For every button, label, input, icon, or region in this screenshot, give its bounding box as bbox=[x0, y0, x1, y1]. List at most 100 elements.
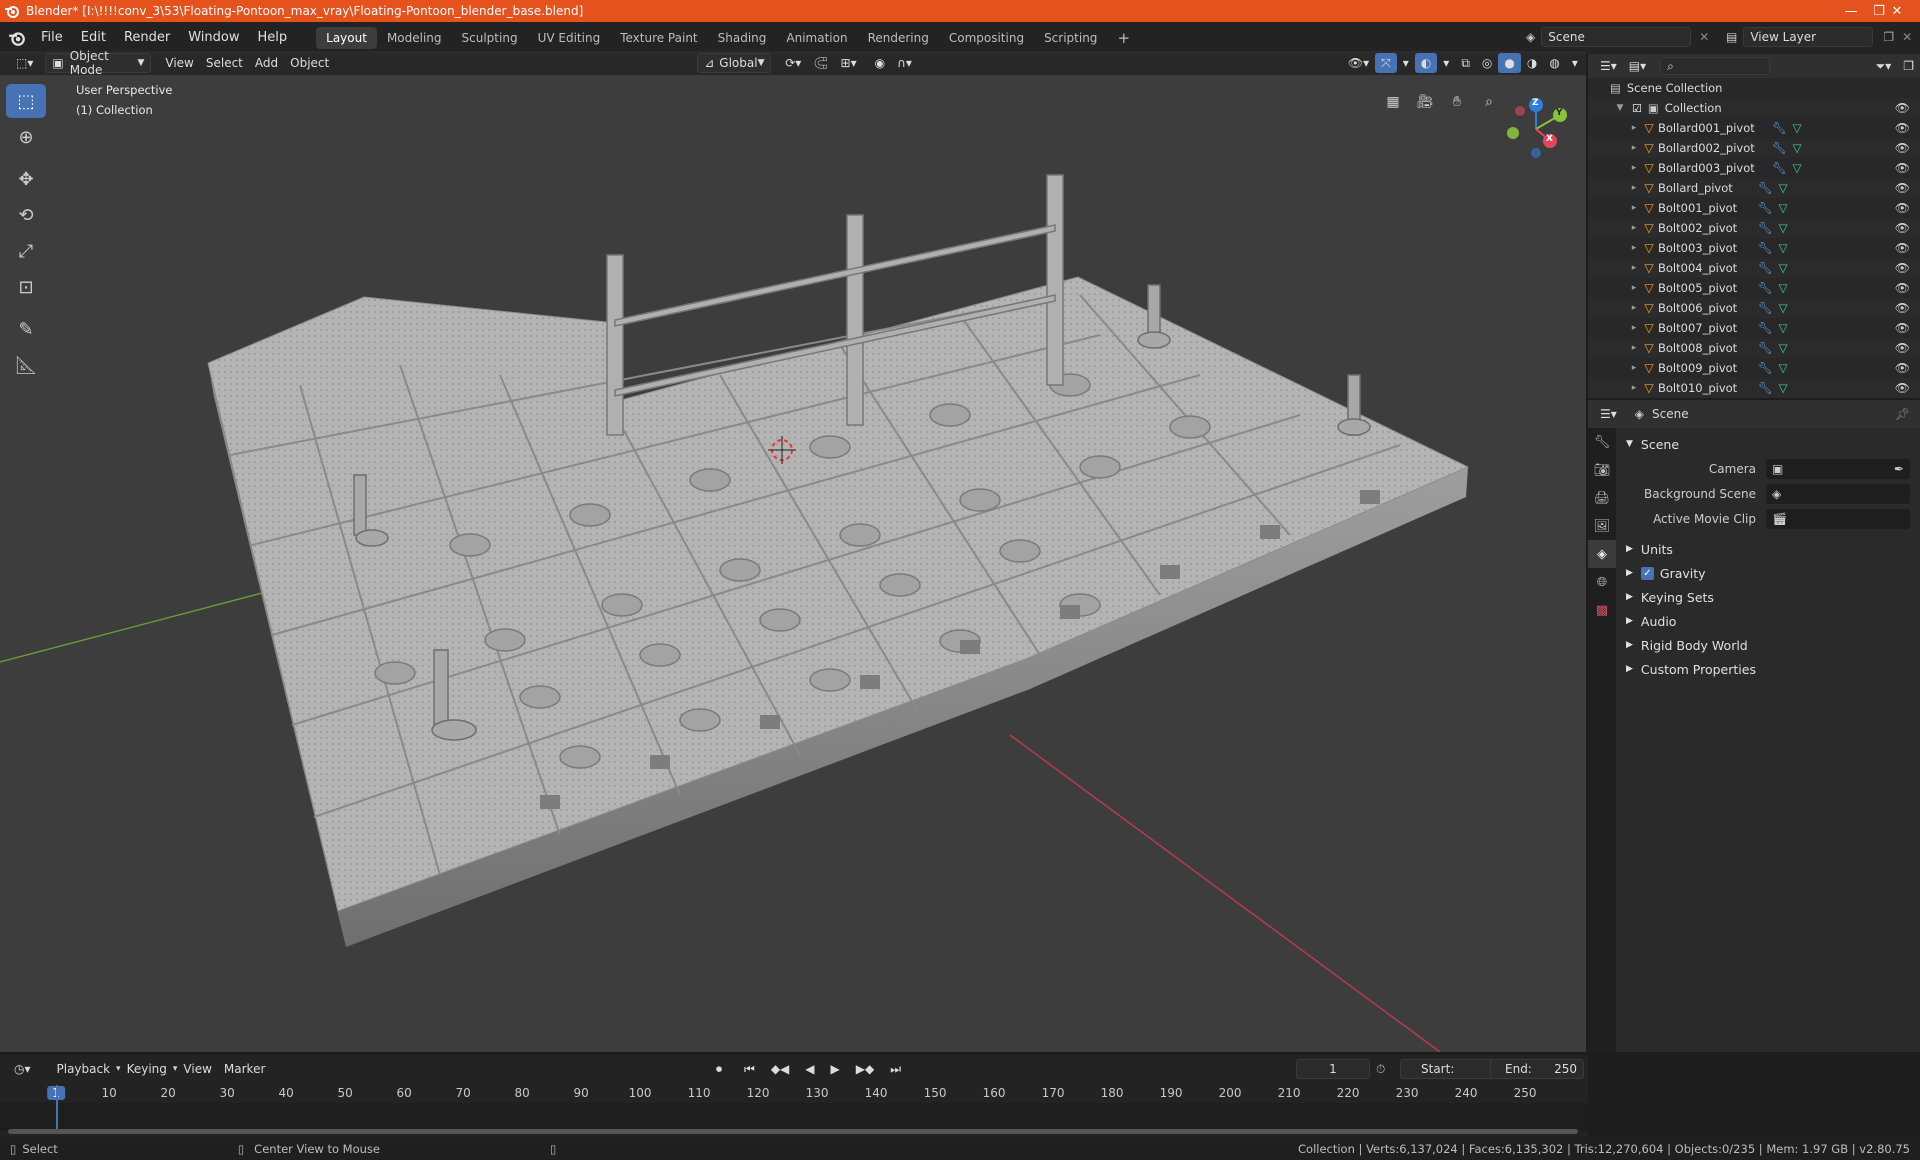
new-view-layer-icon[interactable]: ❐ bbox=[1883, 30, 1894, 44]
eye-icon[interactable]: 👁︎ bbox=[1895, 181, 1910, 195]
mesh-data-icon[interactable]: ▽ bbox=[1779, 241, 1788, 255]
expand-triangle-icon[interactable]: ▸ bbox=[1628, 383, 1640, 393]
timeline-menu-marker[interactable]: Marker bbox=[218, 1059, 271, 1079]
eye-icon[interactable]: 👁︎ bbox=[1895, 161, 1910, 175]
proportional-editing-icon[interactable]: ◉ bbox=[869, 53, 891, 73]
measure-tool-icon[interactable]: 📐︎ bbox=[6, 348, 46, 382]
menu-window[interactable]: Window bbox=[179, 22, 248, 54]
keying-sets-panel-header[interactable]: ▶ Keying Sets bbox=[1618, 585, 1920, 609]
outliner-item-row[interactable]: ▸ ▽ Bolt010_pivot 🔧︎ ▽ 👁︎ bbox=[1588, 378, 1920, 398]
next-keyframe-icon[interactable]: ▶◆ bbox=[850, 1059, 880, 1079]
timeline-menu-keying[interactable]: Keying bbox=[121, 1059, 173, 1079]
viewport-menu-select[interactable]: Select bbox=[200, 53, 249, 73]
eye-icon[interactable]: 👁︎ bbox=[1895, 341, 1910, 355]
pan-hand-icon[interactable]: ✋︎ bbox=[1444, 89, 1470, 115]
camera-field[interactable]: ▣ ✒ bbox=[1766, 458, 1910, 479]
tab-uv-editing[interactable]: UV Editing bbox=[528, 27, 611, 49]
outliner-item-row[interactable]: ▸ ▽ Bolt005_pivot 🔧︎ ▽ 👁︎ bbox=[1588, 278, 1920, 298]
outliner-item-row[interactable]: ▸ ▽ Bolt001_pivot 🔧︎ ▽ 👁︎ bbox=[1588, 198, 1920, 218]
gizmo-dropdown-icon[interactable]: ▾ bbox=[1397, 53, 1415, 73]
scene-tab-icon[interactable]: ◈ bbox=[1588, 540, 1616, 568]
expand-triangle-icon[interactable]: ▸ bbox=[1628, 363, 1640, 373]
mesh-data-icon[interactable]: ▽ bbox=[1793, 141, 1802, 155]
select-box-tool-icon[interactable]: ⬚ bbox=[6, 84, 46, 118]
mesh-data-icon[interactable]: ▽ bbox=[1779, 321, 1788, 335]
outliner-item-row[interactable]: ▸ ▽ Bollard_pivot 🔧︎ ▽ 👁︎ bbox=[1588, 178, 1920, 198]
outliner-item-row[interactable]: ▸ ▽ Bolt006_pivot 🔧︎ ▽ 👁︎ bbox=[1588, 298, 1920, 318]
transform-orientation-dropdown[interactable]: ⊿ Global ▼ bbox=[697, 53, 772, 73]
expand-triangle-icon[interactable]: ▸ bbox=[1628, 243, 1640, 253]
display-mode-icon[interactable]: ▤▾ bbox=[1623, 56, 1652, 76]
rigid-body-world-panel-header[interactable]: ▶ Rigid Body World bbox=[1618, 633, 1920, 657]
modifier-wrench-icon[interactable]: 🔧︎ bbox=[1758, 341, 1773, 355]
eye-icon[interactable]: 👁︎ bbox=[1895, 221, 1910, 235]
expand-triangle-icon[interactable]: ▸ bbox=[1628, 163, 1640, 173]
expand-triangle-icon[interactable]: ▸ bbox=[1628, 143, 1640, 153]
timeline-menu-view[interactable]: View bbox=[177, 1059, 217, 1079]
eye-icon[interactable]: 👁︎ bbox=[1895, 281, 1910, 295]
prev-keyframe-icon[interactable]: ◆◀ bbox=[765, 1059, 795, 1079]
expand-triangle-icon[interactable]: ▸ bbox=[1628, 123, 1640, 133]
play-icon[interactable]: ▶ bbox=[825, 1059, 846, 1079]
tab-scripting[interactable]: Scripting bbox=[1034, 27, 1107, 49]
xray-icon[interactable]: ⧉ bbox=[1455, 53, 1476, 73]
outliner-editor-type-icon[interactable]: ☰▾ bbox=[1594, 56, 1623, 76]
view-layer-remove-icon[interactable]: ✕ bbox=[1902, 30, 1912, 44]
modifier-wrench-icon[interactable]: 🔧︎ bbox=[1758, 221, 1773, 235]
modifier-wrench-icon[interactable]: 🔧︎ bbox=[1772, 161, 1787, 175]
modifier-wrench-icon[interactable]: 🔧︎ bbox=[1758, 301, 1773, 315]
blender-menu-icon[interactable] bbox=[8, 29, 26, 47]
collapse-triangle-icon[interactable]: ▼ bbox=[1614, 103, 1626, 113]
texture-tab-icon[interactable]: ▩ bbox=[1588, 596, 1616, 624]
close-button[interactable]: ✕ bbox=[1874, 0, 1920, 22]
overlay-dropdown-icon[interactable]: ▾ bbox=[1437, 53, 1455, 73]
3d-viewport[interactable]: User Perspective (1) Collection Z Y X ▦ … bbox=[0, 75, 1586, 1052]
play-reverse-icon[interactable]: ◀ bbox=[799, 1059, 820, 1079]
new-collection-icon[interactable]: ❐ bbox=[1897, 56, 1920, 76]
cursor-tool-icon[interactable]: ⊕ bbox=[6, 120, 46, 154]
outliner-search-input[interactable]: ⌕ bbox=[1660, 57, 1771, 75]
overlay-toggle-icon[interactable]: ◐ bbox=[1414, 53, 1438, 73]
mesh-data-icon[interactable]: ▽ bbox=[1793, 121, 1802, 135]
modifier-wrench-icon[interactable]: 🔧︎ bbox=[1772, 141, 1787, 155]
jump-start-icon[interactable]: ⏮ bbox=[738, 1059, 761, 1079]
timeline-editor-type-icon[interactable]: ◷▾ bbox=[8, 1059, 37, 1079]
modifier-wrench-icon[interactable]: 🔧︎ bbox=[1758, 181, 1773, 195]
tool-settings-tab-icon[interactable]: 🔧︎ bbox=[1588, 428, 1616, 456]
outliner-item-row[interactable]: ▸ ▽ Bolt002_pivot 🔧︎ ▽ 👁︎ bbox=[1588, 218, 1920, 238]
current-frame-field[interactable]: 1 bbox=[1296, 1059, 1370, 1079]
scene-panel-header[interactable]: ▼ Scene bbox=[1618, 432, 1920, 456]
view-layer-selector[interactable]: View Layer bbox=[1743, 27, 1874, 47]
modifier-wrench-icon[interactable]: 🔧︎ bbox=[1758, 281, 1773, 295]
gravity-checkbox[interactable]: ✓ bbox=[1640, 566, 1654, 580]
grid-view-icon[interactable]: ▦ bbox=[1380, 89, 1406, 115]
editor-type-icon[interactable]: ⬚▾ bbox=[10, 53, 39, 73]
eye-icon[interactable]: 👁︎ bbox=[1895, 141, 1910, 155]
filter-icon[interactable]: ⏷▾ bbox=[1870, 56, 1898, 76]
pivot-point-icon[interactable]: ⟳▾ bbox=[779, 53, 807, 73]
rendered-shading-icon[interactable]: ◍ bbox=[1543, 53, 1565, 73]
expand-triangle-icon[interactable]: ▸ bbox=[1628, 323, 1640, 333]
modifier-wrench-icon[interactable]: 🔧︎ bbox=[1772, 121, 1787, 135]
tab-layout[interactable]: Layout bbox=[316, 27, 377, 49]
annotate-tool-icon[interactable]: ✎ bbox=[6, 312, 46, 346]
outliner-item-row[interactable]: ▸ ▽ Bolt007_pivot 🔧︎ ▽ 👁︎ bbox=[1588, 318, 1920, 338]
solid-shading-icon[interactable]: ● bbox=[1498, 53, 1521, 73]
timeline-menu-playback[interactable]: Playback bbox=[51, 1059, 117, 1079]
expand-triangle-icon[interactable]: ▸ bbox=[1628, 343, 1640, 353]
output-tab-icon[interactable]: 🖨︎ bbox=[1588, 484, 1616, 512]
expand-triangle-icon[interactable]: ▸ bbox=[1628, 263, 1640, 273]
expand-triangle-icon[interactable]: ▸ bbox=[1628, 283, 1640, 293]
units-panel-header[interactable]: ▶ Units bbox=[1618, 537, 1920, 561]
modifier-wrench-icon[interactable]: 🔧︎ bbox=[1758, 201, 1773, 215]
transform-tool-icon[interactable]: ⊡ bbox=[6, 270, 46, 304]
viewport-menu-view[interactable]: View bbox=[159, 53, 199, 73]
world-tab-icon[interactable]: 🌐︎ bbox=[1588, 568, 1616, 596]
record-icon[interactable]: ⏺ bbox=[710, 1059, 728, 1079]
snap-target-icon[interactable]: ⊞▾ bbox=[835, 53, 863, 73]
tab-animation[interactable]: Animation bbox=[776, 27, 857, 49]
outliner-item-row[interactable]: ▸ ▽ Bolt009_pivot 🔧︎ ▽ 👁︎ bbox=[1588, 358, 1920, 378]
move-tool-icon[interactable]: ✥ bbox=[6, 162, 46, 196]
mesh-data-icon[interactable]: ▽ bbox=[1779, 221, 1788, 235]
falloff-icon[interactable]: ∩▾ bbox=[891, 53, 918, 73]
